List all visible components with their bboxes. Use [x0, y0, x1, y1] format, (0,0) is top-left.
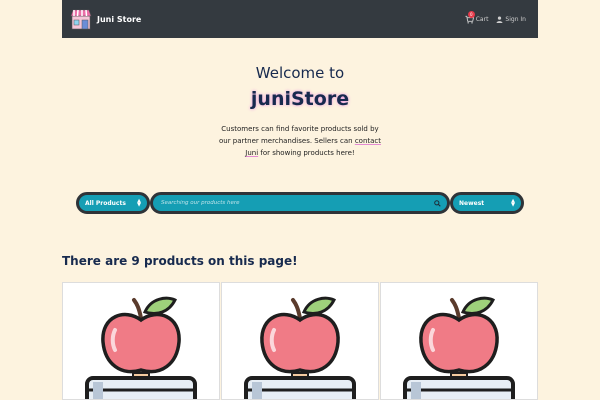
product-count-heading: There are 9 products on this page!: [62, 254, 298, 268]
apple-on-books-icon: [85, 296, 197, 399]
brand-link[interactable]: Juni Store: [70, 8, 141, 30]
search-placeholder: Searching our products here: [161, 200, 240, 206]
signin-link[interactable]: Sign In: [496, 16, 526, 23]
apple-on-books-icon: [244, 296, 356, 399]
product-grid: [62, 282, 538, 400]
sort-selected-label: Newest: [459, 199, 485, 207]
sort-select[interactable]: Newest ▲ ▼: [450, 192, 524, 214]
store-name-heading: juniStore: [250, 88, 350, 110]
brand-name: Juni Store: [97, 14, 142, 24]
apple-on-books-icon: [403, 296, 515, 399]
signin-label: Sign In: [505, 15, 526, 23]
category-selected-label: All Products: [85, 199, 126, 207]
cart-link[interactable]: 0 Cart: [465, 10, 489, 24]
search-bar: All Products ▲ ▼ Searching our products h…: [76, 192, 524, 214]
navbar: Juni Store 0 Cart Sign In: [62, 0, 538, 38]
product-card[interactable]: [221, 282, 379, 400]
cart-count-badge: 0: [467, 10, 475, 18]
search-icon[interactable]: [434, 199, 441, 207]
search-input[interactable]: Searching our products here: [150, 192, 450, 214]
store-icon: [70, 9, 92, 30]
description-text-2: for showing products here!: [260, 149, 355, 157]
hero-description: Customers can find favorite products sol…: [0, 123, 600, 159]
select-arrows-icon: ▲ ▼: [137, 198, 141, 208]
category-select[interactable]: All Products ▲ ▼: [76, 192, 150, 214]
user-icon: [496, 15, 503, 23]
product-card[interactable]: [380, 282, 538, 400]
product-card[interactable]: [62, 282, 220, 400]
cart-label: Cart: [475, 15, 489, 23]
welcome-heading: Welcome to: [255, 64, 345, 82]
select-arrows-icon: ▲ ▼: [511, 198, 515, 208]
